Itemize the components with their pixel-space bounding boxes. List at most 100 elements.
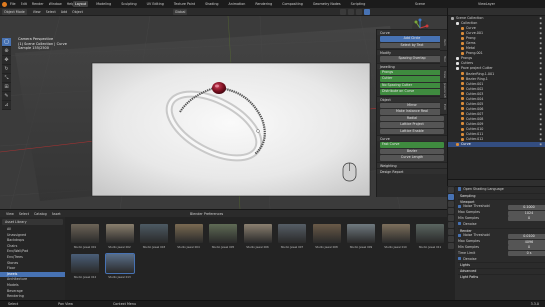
output-icon[interactable] — [448, 201, 454, 207]
asset-thumbnail[interactable] — [105, 224, 134, 243]
workspace-tab[interactable]: UV Editing — [145, 1, 166, 7]
asset-thumbnail[interactable] — [104, 253, 135, 274]
material-icon[interactable] — [448, 243, 454, 249]
workspace-tab[interactable]: Shading — [203, 1, 220, 7]
asset-thumbnail[interactable] — [209, 224, 237, 243]
panel-button[interactable]: Curve Length — [380, 155, 444, 161]
panel-button[interactable]: Mirror — [380, 102, 444, 108]
menu-edit[interactable]: Edit — [21, 2, 27, 6]
panel-button[interactable]: Lattice Project — [380, 122, 444, 128]
workspace-tab[interactable]: Compositing — [280, 1, 305, 7]
panel-button[interactable]: Prongs — [380, 69, 444, 75]
modifier-icon[interactable] — [448, 236, 454, 242]
wireframe-icon[interactable] — [340, 9, 346, 15]
visibility-icon[interactable]: ◉ — [539, 142, 542, 147]
asset-thumbnail[interactable] — [347, 224, 375, 243]
panel-section-header[interactable]: Jewelling — [377, 62, 447, 69]
properties-section[interactable]: Light Paths — [458, 273, 545, 280]
sidebar-tab[interactable]: Jewelcraft — [440, 83, 447, 99]
checkbox[interactable] — [458, 204, 462, 208]
workspace-tab[interactable]: Layout — [73, 1, 89, 7]
panel-button[interactable]: Bezier — [380, 148, 444, 154]
measure-icon[interactable]: ⊿ — [2, 101, 11, 110]
view-layer-selector[interactable]: ViewLayer — [478, 2, 495, 6]
viewport-menu-object[interactable]: Object — [72, 10, 83, 14]
panel-button[interactable]: Spacing Overlap — [380, 56, 444, 62]
sidebar-tab[interactable]: Item — [440, 35, 447, 51]
tool-icon[interactable] — [448, 187, 454, 193]
asset-menu-item[interactable]: Select — [19, 212, 29, 216]
panel-button[interactable]: Distribute on Curve — [380, 89, 444, 95]
sidebar-tab[interactable]: View — [440, 67, 447, 83]
world-icon[interactable] — [448, 222, 454, 228]
menu-render[interactable]: Render — [32, 2, 44, 6]
material-preview-icon[interactable] — [356, 9, 362, 15]
panel-section-header[interactable]: Design Report — [377, 167, 447, 174]
panel-section-header[interactable]: Object — [377, 95, 447, 102]
solid-icon[interactable] — [348, 9, 354, 15]
panel-section-header[interactable]: Curve — [377, 29, 447, 35]
asset-menu-item[interactable]: View — [6, 212, 14, 216]
workspace-tab[interactable]: Animation — [227, 1, 248, 7]
properties-value-field[interactable]: 0.0100 — [508, 233, 545, 239]
menu-file[interactable]: File — [10, 2, 16, 6]
blender-logo-icon[interactable] — [2, 1, 7, 7]
properties-value-field[interactable]: 0 — [508, 216, 545, 222]
workspace-tab[interactable]: Scripting — [349, 1, 368, 7]
properties-value-field[interactable]: 1024 — [508, 210, 545, 216]
viewport-menu-view[interactable]: View — [33, 10, 41, 14]
workspace-tab[interactable]: Rendering — [253, 1, 274, 7]
workspace-tab[interactable]: Geometry Nodes — [311, 1, 343, 7]
panel-button[interactable]: Lattice Enable — [380, 128, 444, 134]
viewport-menu-select[interactable]: Select — [46, 10, 56, 14]
checkbox[interactable] — [458, 222, 462, 226]
asset-thumbnail[interactable] — [312, 224, 341, 243]
panel-button[interactable]: Radial — [380, 115, 444, 121]
transform-orientation[interactable]: Global — [172, 8, 188, 15]
checkbox[interactable] — [458, 256, 462, 261]
panel-button[interactable]: Fast Curve — [380, 142, 444, 148]
properties-value-field[interactable]: 0.1000 — [508, 204, 545, 210]
menu-window[interactable]: Window — [49, 2, 62, 6]
checkbox[interactable] — [458, 187, 462, 191]
asset-thumbnail[interactable] — [416, 224, 444, 243]
scene-selector[interactable]: Scene — [415, 2, 425, 6]
select-box-icon[interactable]: ▢ — [2, 38, 11, 47]
panel-button[interactable]: Add Circle — [380, 36, 444, 42]
panel-button[interactable]: No Spacing Cutter — [380, 82, 444, 88]
sidebar-tab[interactable]: Edit — [440, 99, 447, 115]
properties-value-field[interactable]: 4096 — [508, 239, 545, 245]
object-icon[interactable] — [448, 229, 454, 235]
properties-value-field[interactable]: 0 s — [508, 251, 545, 257]
cursor-icon[interactable]: ⊕ — [2, 47, 11, 56]
transform-icon[interactable]: ⊞ — [2, 83, 11, 92]
asset-thumbnail[interactable] — [381, 224, 410, 243]
scale-icon[interactable]: ⤡ — [2, 74, 11, 83]
rotate-icon[interactable]: ↻ — [2, 65, 11, 74]
asset-menu-item[interactable]: Catalog — [34, 212, 47, 216]
checkbox[interactable] — [458, 233, 462, 237]
rendered-shading-icon[interactable] — [364, 9, 370, 15]
object-mode-dropdown[interactable]: Object Mode — [2, 8, 27, 15]
workspace-tab[interactable]: Modeling — [94, 1, 113, 7]
asset-menu-item[interactable]: Asset — [52, 212, 61, 216]
annotate-icon[interactable]: ✎ — [2, 92, 11, 101]
move-icon[interactable]: ✥ — [2, 56, 11, 65]
panel-section-header[interactable]: Curve — [377, 135, 447, 141]
asset-library-dropdown[interactable]: Asset Library — [2, 219, 63, 225]
asset-thumbnail[interactable] — [243, 224, 272, 243]
panel-button[interactable]: Make Instance Real — [380, 109, 444, 115]
asset-thumbnail[interactable] — [71, 224, 99, 243]
workspace-tab[interactable]: Sculpting — [119, 1, 138, 7]
panel-button[interactable]: Select by Text — [380, 42, 444, 48]
properties-value-field[interactable]: 0 — [508, 245, 545, 251]
panel-button[interactable]: Cutter — [380, 76, 444, 82]
asset-thumbnail[interactable] — [140, 224, 168, 243]
outliner-row[interactable]: Curve ◉ — [448, 142, 545, 148]
asset-thumbnail[interactable] — [71, 254, 99, 273]
viewport-menu-add[interactable]: Add — [61, 10, 67, 14]
panel-section-header[interactable]: Modify — [377, 49, 447, 55]
asset-thumbnail[interactable] — [174, 224, 203, 243]
view-layer-icon[interactable] — [448, 208, 454, 214]
render-icon[interactable] — [448, 194, 454, 200]
